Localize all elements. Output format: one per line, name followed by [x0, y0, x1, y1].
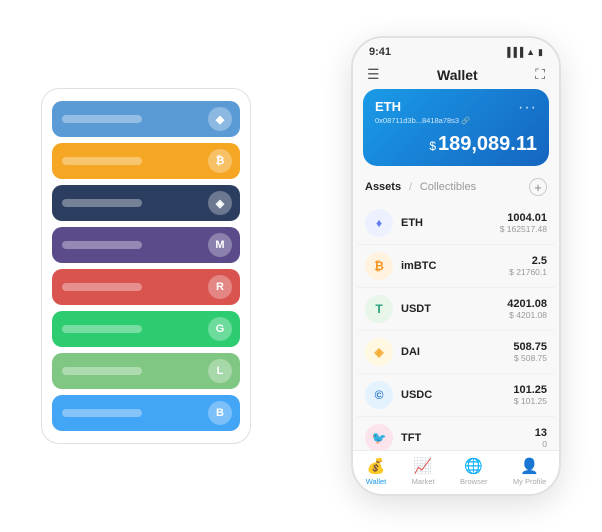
- nav-item-wallet[interactable]: 💰 Wallet: [366, 457, 387, 486]
- card-stack-item[interactable]: L: [52, 353, 240, 389]
- assets-tabs: Assets / Collectibles: [365, 181, 476, 193]
- asset-amount: 1004.01: [500, 212, 547, 224]
- asset-amounts: 2.5$ 21760.1: [509, 255, 547, 277]
- asset-usd: $ 508.75: [513, 353, 547, 363]
- status-time: 9:41: [369, 46, 391, 58]
- asset-amount: 508.75: [513, 341, 547, 353]
- card-stack-item[interactable]: ◈: [52, 185, 240, 221]
- asset-symbol: imBTC: [401, 260, 509, 272]
- assets-header: Assets / Collectibles +: [353, 174, 559, 202]
- card-stack-item[interactable]: M: [52, 227, 240, 263]
- asset-row[interactable]: 🐦 TFT130: [357, 417, 555, 450]
- asset-row[interactable]: ◈ DAI508.75$ 508.75: [357, 331, 555, 374]
- asset-icon: ◈: [365, 338, 393, 366]
- nav-icon-browser: 🌐: [464, 457, 483, 475]
- asset-symbol: USDT: [401, 303, 507, 315]
- asset-icon: 🐦: [365, 424, 393, 450]
- add-asset-button[interactable]: +: [529, 178, 547, 196]
- nav-label-market: Market: [412, 477, 435, 486]
- asset-amount: 101.25: [513, 384, 547, 396]
- nav-icon-profile: 👤: [520, 457, 539, 475]
- eth-card[interactable]: ETH 0x08711d3b...8418a78s3 🔗 $189,089.11…: [363, 89, 549, 166]
- asset-symbol: USDC: [401, 389, 513, 401]
- tab-assets[interactable]: Assets: [365, 181, 401, 193]
- asset-icon: ♦: [365, 209, 393, 237]
- asset-usd: 0: [535, 439, 547, 449]
- tab-collectibles[interactable]: Collectibles: [420, 181, 476, 193]
- asset-amounts: 1004.01$ 162517.48: [500, 212, 547, 234]
- tab-separator: /: [409, 182, 412, 193]
- status-icons: ▐▐▐ ▲ ▮: [504, 47, 543, 58]
- asset-icon: ₿: [365, 252, 393, 280]
- wifi-icon: ▲: [526, 47, 535, 57]
- card-stack-item[interactable]: ₿: [52, 143, 240, 179]
- bottom-nav: 💰 Wallet 📈 Market 🌐 Browser 👤 My Profile: [353, 450, 559, 494]
- card-stack: ◆ ₿ ◈ MRGLB: [41, 88, 251, 444]
- phone-frame: 9:41 ▐▐▐ ▲ ▮ ☰ Wallet ⛶ ETH 0x08711d3b..…: [351, 36, 561, 496]
- card-stack-item[interactable]: R: [52, 269, 240, 305]
- asset-row[interactable]: ♦ ETH1004.01$ 162517.48: [357, 202, 555, 245]
- asset-symbol: DAI: [401, 346, 513, 358]
- asset-usd: $ 101.25: [513, 396, 547, 406]
- asset-amount: 2.5: [509, 255, 547, 267]
- card-stack-item[interactable]: ◆: [52, 101, 240, 137]
- asset-amounts: 4201.08$ 4201.08: [507, 298, 547, 320]
- nav-icon-market: 📈: [414, 457, 433, 475]
- nav-label-browser: Browser: [460, 477, 488, 486]
- nav-label-wallet: Wallet: [366, 477, 387, 486]
- asset-icon: T: [365, 295, 393, 323]
- asset-amount: 13: [535, 427, 547, 439]
- asset-usd: $ 21760.1: [509, 267, 547, 277]
- nav-item-market[interactable]: 📈 Market: [412, 457, 435, 486]
- asset-row[interactable]: T USDT4201.08$ 4201.08: [357, 288, 555, 331]
- card-stack-item[interactable]: B: [52, 395, 240, 431]
- phone-header: ☰ Wallet ⛶: [353, 62, 559, 89]
- asset-amounts: 508.75$ 508.75: [513, 341, 547, 363]
- eth-card-more[interactable]: ···: [518, 99, 537, 117]
- eth-balance-value: 189,089.11: [438, 133, 537, 155]
- scene: ◆ ₿ ◈ MRGLB 9:41 ▐▐▐ ▲ ▮ ☰ Wallet ⛶ ETH 0x0…: [11, 11, 591, 521]
- asset-usd: $ 4201.08: [507, 310, 547, 320]
- asset-usd: $ 162517.48: [500, 224, 547, 234]
- asset-icon: ©: [365, 381, 393, 409]
- asset-amounts: 101.25$ 101.25: [513, 384, 547, 406]
- asset-list: ♦ ETH1004.01$ 162517.48 ₿ imBTC2.5$ 21760.1…: [353, 202, 559, 450]
- nav-item-browser[interactable]: 🌐 Browser: [460, 457, 488, 486]
- asset-row[interactable]: © USDC101.25$ 101.25: [357, 374, 555, 417]
- asset-amount: 4201.08: [507, 298, 547, 310]
- page-title: Wallet: [437, 67, 478, 83]
- status-bar: 9:41 ▐▐▐ ▲ ▮: [353, 38, 559, 62]
- asset-symbol: ETH: [401, 217, 500, 229]
- eth-coin-label: ETH: [375, 99, 537, 114]
- eth-balance-symbol: $: [429, 139, 436, 153]
- menu-icon[interactable]: ☰: [367, 66, 380, 83]
- signal-icon: ▐▐▐: [504, 47, 523, 57]
- eth-balance: $189,089.11: [375, 133, 537, 156]
- nav-label-profile: My Profile: [513, 477, 546, 486]
- nav-icon-wallet: 💰: [367, 457, 386, 475]
- asset-symbol: TFT: [401, 432, 535, 444]
- nav-item-profile[interactable]: 👤 My Profile: [513, 457, 546, 486]
- battery-icon: ▮: [538, 47, 543, 58]
- asset-amounts: 130: [535, 427, 547, 449]
- asset-row[interactable]: ₿ imBTC2.5$ 21760.1: [357, 245, 555, 288]
- card-stack-item[interactable]: G: [52, 311, 240, 347]
- eth-address: 0x08711d3b...8418a78s3 🔗: [375, 116, 537, 125]
- scan-icon[interactable]: ⛶: [535, 66, 545, 83]
